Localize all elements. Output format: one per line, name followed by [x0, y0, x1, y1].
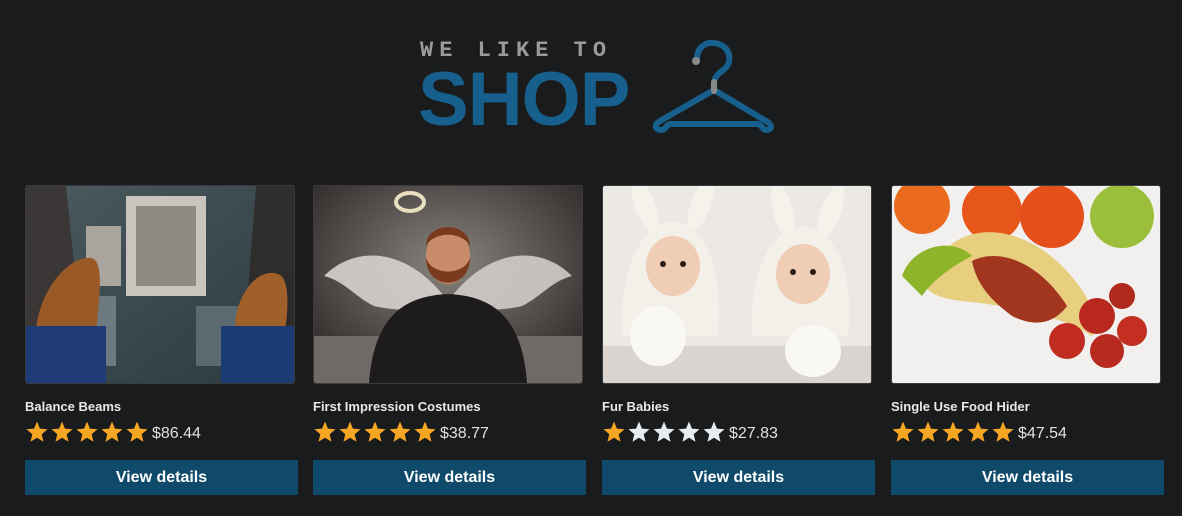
product-card: Single Use Food Hider $47.54 View detail… [891, 185, 1165, 495]
product-price: $86.44 [152, 425, 201, 442]
star-filled-icon [51, 421, 73, 442]
view-details-button[interactable]: View details [602, 460, 875, 495]
logo-wordmark: SHOP [418, 57, 630, 142]
star-filled-icon [603, 421, 625, 442]
star-filled-icon [967, 421, 989, 442]
star-filled-icon [389, 421, 411, 442]
star-filled-icon [364, 421, 386, 442]
view-details-button[interactable]: View details [313, 460, 586, 495]
star-filled-icon [126, 421, 148, 442]
product-card: Balance Beams $86.44 View details [25, 185, 299, 495]
star-empty-icon [703, 421, 725, 442]
product-card: First Impression Costumes $38.77 View de… [313, 185, 587, 495]
view-details-button[interactable]: View details [891, 460, 1164, 495]
star-filled-icon [917, 421, 939, 442]
star-filled-icon [339, 421, 361, 442]
product-card: Fur Babies $27.83 View details [602, 185, 876, 495]
star-empty-icon [653, 421, 675, 442]
view-details-button[interactable]: View details [25, 460, 298, 495]
product-name[interactable]: Balance Beams [25, 399, 299, 414]
star-empty-icon [678, 421, 700, 442]
star-filled-icon [414, 421, 436, 442]
star-filled-icon [76, 421, 98, 442]
star-filled-icon [101, 421, 123, 442]
product-image[interactable] [313, 185, 583, 384]
product-image[interactable] [891, 185, 1161, 384]
product-image[interactable] [602, 185, 872, 384]
product-name[interactable]: First Impression Costumes [313, 399, 587, 414]
product-price: $38.77 [440, 425, 489, 442]
star-rating [602, 420, 727, 444]
product-price: $27.83 [729, 425, 778, 442]
product-name[interactable]: Fur Babies [602, 399, 876, 414]
product-image[interactable] [25, 185, 295, 384]
product-rating-row: $86.44 [25, 419, 299, 445]
star-filled-icon [942, 421, 964, 442]
star-filled-icon [992, 421, 1014, 442]
product-rating-row: $38.77 [313, 419, 587, 445]
product-price: $47.54 [1018, 425, 1067, 442]
star-rating [25, 420, 150, 444]
star-filled-icon [26, 421, 48, 442]
star-filled-icon [892, 421, 914, 442]
product-rating-row: $47.54 [891, 419, 1165, 445]
star-filled-icon [314, 421, 336, 442]
star-rating [891, 420, 1016, 444]
product-rating-row: $27.83 [602, 419, 876, 445]
star-empty-icon [628, 421, 650, 442]
product-name[interactable]: Single Use Food Hider [891, 399, 1165, 414]
star-rating [313, 420, 438, 444]
hanger-icon [652, 39, 774, 134]
site-logo[interactable]: WE LIKE TO SHOP [418, 38, 778, 142]
